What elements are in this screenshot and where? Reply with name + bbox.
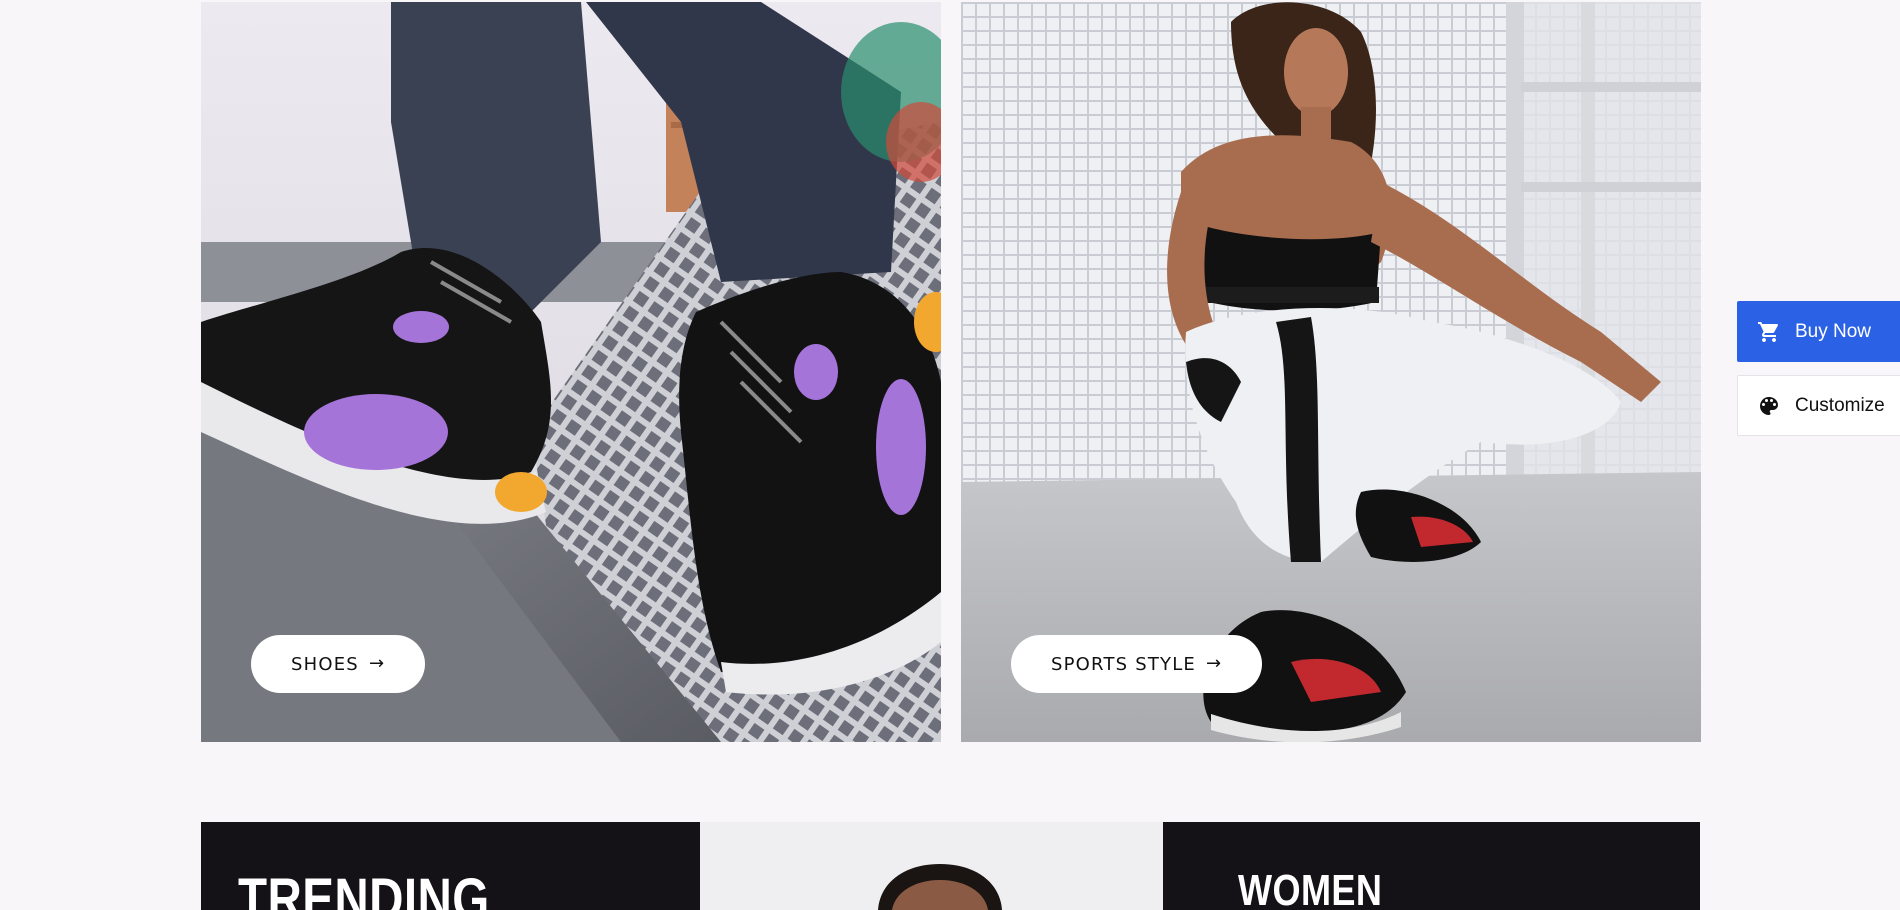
sports-style-category-card[interactable]: SPORTS STYLE →	[961, 2, 1701, 742]
shoes-button[interactable]: SHOES →	[251, 635, 426, 693]
trending-title: TRENDING	[238, 867, 490, 910]
sports-style-button-label: SPORTS STYLE	[1051, 653, 1197, 675]
shoes-photo	[201, 2, 941, 742]
shoes-button-label: SHOES	[291, 653, 359, 675]
palette-icon	[1760, 396, 1778, 415]
sports-style-button[interactable]: SPORTS STYLE →	[1011, 635, 1263, 693]
sports-style-photo	[961, 2, 1701, 742]
women-title: WOMEN	[1238, 866, 1383, 910]
arrow-right-icon: →	[368, 653, 386, 674]
shoes-category-card[interactable]: SHOES →	[201, 2, 941, 742]
page: SHOES → SPORTS STYLE → Buy Now Customize…	[0, 0, 1900, 910]
arrow-right-icon: →	[1206, 653, 1223, 674]
customize-label: Customize	[1795, 394, 1885, 416]
trending-category-panel[interactable]: TRENDING	[201, 822, 700, 910]
customize-button[interactable]: Customize	[1737, 375, 1900, 436]
buy-now-button[interactable]: Buy Now	[1737, 301, 1900, 362]
model-photo	[700, 822, 1163, 910]
featured-model-panel[interactable]	[700, 822, 1163, 910]
buy-now-label: Buy Now	[1795, 320, 1872, 342]
cart-icon	[1758, 321, 1779, 342]
women-category-panel[interactable]: WOMEN	[1163, 822, 1700, 910]
